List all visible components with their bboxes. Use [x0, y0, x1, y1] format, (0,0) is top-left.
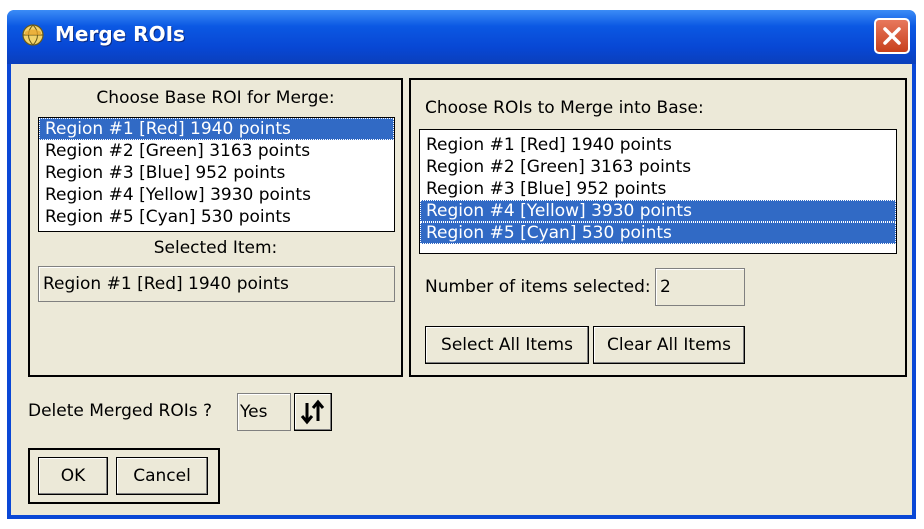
base-roi-caption: Choose Base ROI for Merge: [96, 88, 335, 108]
base-roi-item-2[interactable]: Region #2 [Green] 3163 points [39, 140, 394, 162]
selected-item-caption: Selected Item: [153, 238, 278, 258]
clear-all-button[interactable]: Clear All Items [593, 326, 745, 364]
base-roi-panel: Choose Base ROI for Merge: Region #1 [Re… [28, 78, 403, 377]
cancel-button[interactable]: Cancel [116, 457, 208, 495]
items-selected-count: 2 [655, 268, 745, 306]
merge-roi-item-2[interactable]: Region #2 [Green] 3163 points [420, 156, 896, 178]
delete-merged-toggle-button[interactable] [294, 393, 332, 431]
window-title: Merge ROIs [55, 22, 185, 46]
select-all-button[interactable]: Select All Items [425, 326, 589, 364]
title-bar[interactable]: Merge ROIs [7, 10, 916, 64]
merge-rois-dialog: Merge ROIs Choose Base ROI for Merge: Re… [7, 10, 916, 519]
close-x-icon [883, 27, 901, 45]
swap-arrows-icon [300, 399, 325, 425]
action-button-group: OK Cancel [28, 448, 220, 504]
merge-roi-item-3[interactable]: Region #3 [Blue] 952 points [420, 178, 896, 200]
ok-button[interactable]: OK [38, 457, 108, 495]
globe-icon [22, 24, 44, 46]
close-button[interactable] [874, 18, 910, 54]
delete-merged-caption: Delete Merged ROIs ? [28, 401, 213, 421]
merge-roi-item-1[interactable]: Region #1 [Red] 1940 points [420, 134, 896, 156]
base-roi-item-4[interactable]: Region #4 [Yellow] 3930 points [39, 184, 394, 206]
base-roi-item-3[interactable]: Region #3 [Blue] 952 points [39, 162, 394, 184]
merge-roi-item-5[interactable]: Region #5 [Cyan] 530 points [420, 222, 896, 244]
items-selected-caption: Number of items selected: [425, 277, 651, 297]
merge-roi-list[interactable]: Region #1 [Red] 1940 points Region #2 [G… [419, 129, 897, 254]
merge-roi-caption: Choose ROIs to Merge into Base: [425, 98, 704, 118]
base-roi-item-5[interactable]: Region #5 [Cyan] 530 points [39, 206, 394, 228]
base-roi-list[interactable]: Region #1 [Red] 1940 points Region #2 [G… [38, 117, 395, 232]
selected-item-field: Region #1 [Red] 1940 points [38, 266, 395, 302]
dialog-body: Choose Base ROI for Merge: Region #1 [Re… [11, 64, 912, 515]
delete-merged-value: Yes [237, 393, 291, 431]
merge-roi-item-4[interactable]: Region #4 [Yellow] 3930 points [420, 200, 896, 222]
merge-roi-panel: Choose ROIs to Merge into Base: Region #… [409, 78, 907, 377]
base-roi-item-1[interactable]: Region #1 [Red] 1940 points [39, 118, 394, 140]
